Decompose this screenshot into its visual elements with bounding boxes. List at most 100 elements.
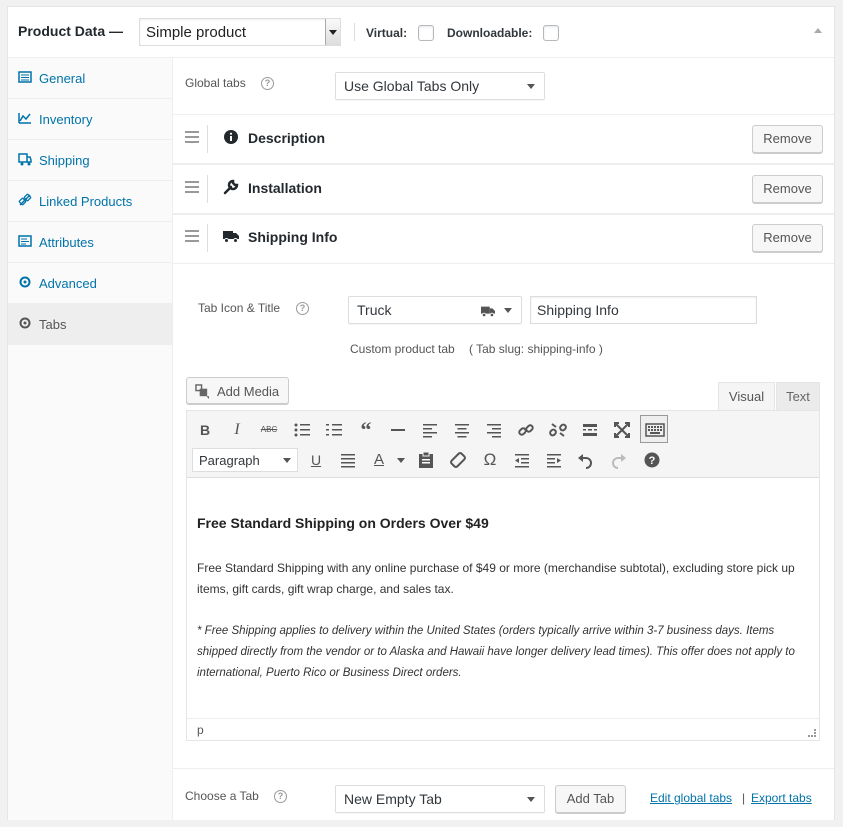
format-select[interactable]: Paragraph bbox=[192, 448, 298, 472]
info-icon bbox=[224, 130, 238, 144]
custom-tab-note: Custom product tab bbox=[350, 342, 455, 356]
special-character-icon[interactable]: Ω bbox=[480, 450, 500, 470]
element-path[interactable]: p bbox=[197, 723, 204, 737]
svg-text:?: ? bbox=[649, 455, 656, 467]
justify-icon[interactable] bbox=[338, 450, 358, 470]
row-divider bbox=[207, 175, 208, 203]
virtual-label: Virtual: bbox=[366, 26, 408, 40]
chevron-down-icon[interactable] bbox=[397, 458, 405, 463]
toolbar-toggle-icon[interactable] bbox=[640, 415, 668, 443]
downloadable-label: Downloadable: bbox=[447, 26, 533, 40]
tab-row-shipping-info: Shipping Info Remove bbox=[173, 214, 834, 264]
editor-statusbar: p bbox=[187, 718, 819, 740]
sidebar-item-tabs[interactable]: Tabs bbox=[8, 304, 172, 345]
tab-icon-title-label: Tab Icon & Title bbox=[198, 301, 281, 315]
sidebar-item-label: General bbox=[39, 71, 86, 86]
resize-handle-icon[interactable] bbox=[808, 729, 816, 737]
remove-tab-button[interactable]: Remove bbox=[752, 175, 823, 203]
drag-handle-icon[interactable] bbox=[185, 181, 199, 196]
product-type-select[interactable]: Simple product bbox=[139, 18, 341, 46]
sidebar-item-linked-products[interactable]: Linked Products bbox=[8, 181, 172, 222]
edit-global-tabs-link[interactable]: Edit global tabs bbox=[650, 791, 732, 805]
drag-handle-icon[interactable] bbox=[185, 230, 199, 245]
bold-icon[interactable]: B bbox=[195, 420, 215, 440]
global-tabs-label: Global tabs bbox=[185, 76, 246, 90]
header-divider bbox=[354, 23, 355, 41]
choose-tab-select[interactable]: New Empty Tab bbox=[335, 785, 545, 813]
remove-tab-button[interactable]: Remove bbox=[752, 125, 823, 153]
gear-icon bbox=[19, 276, 31, 288]
content-note: * Free Shipping applies to delivery with… bbox=[197, 625, 795, 679]
product-data-title: Product Data — bbox=[18, 23, 124, 39]
sidebar-item-general[interactable]: General bbox=[8, 58, 172, 99]
collapse-toggle-icon[interactable] bbox=[814, 28, 822, 33]
horizontal-line-icon[interactable] bbox=[388, 420, 408, 440]
choose-tab-value: New Empty Tab bbox=[344, 791, 442, 807]
remove-link-icon[interactable] bbox=[548, 420, 568, 440]
insert-link-icon[interactable] bbox=[516, 420, 536, 440]
choose-tab-label: Choose a Tab bbox=[185, 789, 259, 803]
tab-visual[interactable]: Visual bbox=[718, 382, 775, 411]
export-tabs-link[interactable]: Export tabs bbox=[751, 791, 812, 805]
global-tabs-select[interactable]: Use Global Tabs Only bbox=[335, 72, 545, 100]
blockquote-icon[interactable]: “ bbox=[356, 419, 376, 441]
clear-formatting-icon[interactable] bbox=[448, 450, 468, 470]
add-media-button[interactable]: Add Media bbox=[186, 377, 289, 404]
sidebar-item-label: Linked Products bbox=[39, 194, 133, 209]
editor-toolbar: B I ABC “ Paragraph U A Ω ? bbox=[187, 411, 819, 478]
sidebar-item-inventory[interactable]: Inventory bbox=[8, 99, 172, 140]
tab-edit-area: Tab Icon & Title ? Truck Shipping Info C… bbox=[173, 268, 834, 768]
text-color-icon[interactable]: A bbox=[369, 450, 389, 470]
editor-content[interactable]: Free Standard Shipping on Orders Over $4… bbox=[187, 478, 819, 718]
tab-title-value: Shipping Info bbox=[537, 302, 619, 318]
content-paragraph: Free Standard Shipping with any online p… bbox=[197, 561, 795, 596]
outdent-icon[interactable] bbox=[512, 450, 532, 470]
remove-tab-button[interactable]: Remove bbox=[752, 224, 823, 252]
sidebar-item-label: Inventory bbox=[39, 112, 93, 127]
add-tab-button[interactable]: Add Tab bbox=[555, 785, 626, 813]
align-right-icon[interactable] bbox=[484, 420, 504, 440]
media-icon bbox=[195, 384, 210, 399]
row-divider bbox=[207, 224, 208, 252]
bullet-list-icon[interactable] bbox=[292, 420, 312, 440]
tab-icon-select[interactable]: Truck bbox=[348, 296, 522, 324]
truck-icon bbox=[481, 306, 495, 318]
strikethrough-icon[interactable]: ABC bbox=[259, 420, 279, 440]
help-icon[interactable]: ? bbox=[296, 302, 309, 315]
tabs-panel: Global tabs ? Use Global Tabs Only Descr… bbox=[173, 58, 834, 820]
drag-handle-icon[interactable] bbox=[185, 131, 199, 146]
wrench-icon bbox=[223, 179, 239, 195]
virtual-checkbox[interactable] bbox=[418, 25, 434, 41]
downloadable-checkbox[interactable] bbox=[543, 25, 559, 41]
sidebar-item-label: Tabs bbox=[39, 317, 67, 332]
tab-text[interactable]: Text bbox=[776, 382, 820, 411]
truck-icon bbox=[223, 231, 239, 243]
sidebar-item-shipping[interactable]: Shipping bbox=[8, 140, 172, 181]
numbered-list-icon[interactable] bbox=[324, 420, 344, 440]
paste-text-icon[interactable] bbox=[416, 450, 436, 470]
align-center-icon[interactable] bbox=[452, 420, 472, 440]
tab-title-input[interactable]: Shipping Info bbox=[530, 296, 757, 324]
read-more-icon[interactable] bbox=[580, 420, 600, 440]
sidebar-item-advanced[interactable]: Advanced bbox=[8, 263, 172, 304]
indent-icon[interactable] bbox=[544, 450, 564, 470]
keyboard-shortcuts-help-icon[interactable]: ? bbox=[642, 450, 662, 470]
align-left-icon[interactable] bbox=[420, 420, 440, 440]
undo-icon[interactable] bbox=[576, 450, 596, 470]
sidebar-item-attributes[interactable]: Attributes bbox=[8, 222, 172, 263]
fullscreen-icon[interactable] bbox=[612, 420, 632, 440]
chevron-down-icon bbox=[527, 797, 535, 802]
help-icon[interactable]: ? bbox=[274, 790, 287, 803]
chevron-down-icon bbox=[527, 84, 535, 89]
chevron-down-icon bbox=[283, 458, 291, 463]
content-heading: Free Standard Shipping on Orders Over $4… bbox=[197, 515, 489, 531]
inventory-icon bbox=[18, 113, 31, 124]
general-icon bbox=[18, 71, 32, 83]
italic-icon[interactable]: I bbox=[227, 420, 247, 440]
product-data-tabs-sidebar: General Inventory Shipping Linked Produc… bbox=[8, 58, 173, 820]
sidebar-item-label: Shipping bbox=[39, 153, 90, 168]
underline-icon[interactable]: U bbox=[306, 450, 326, 470]
help-icon[interactable]: ? bbox=[261, 77, 274, 90]
tab-name: Installation bbox=[248, 180, 322, 196]
redo-icon[interactable] bbox=[608, 450, 628, 470]
